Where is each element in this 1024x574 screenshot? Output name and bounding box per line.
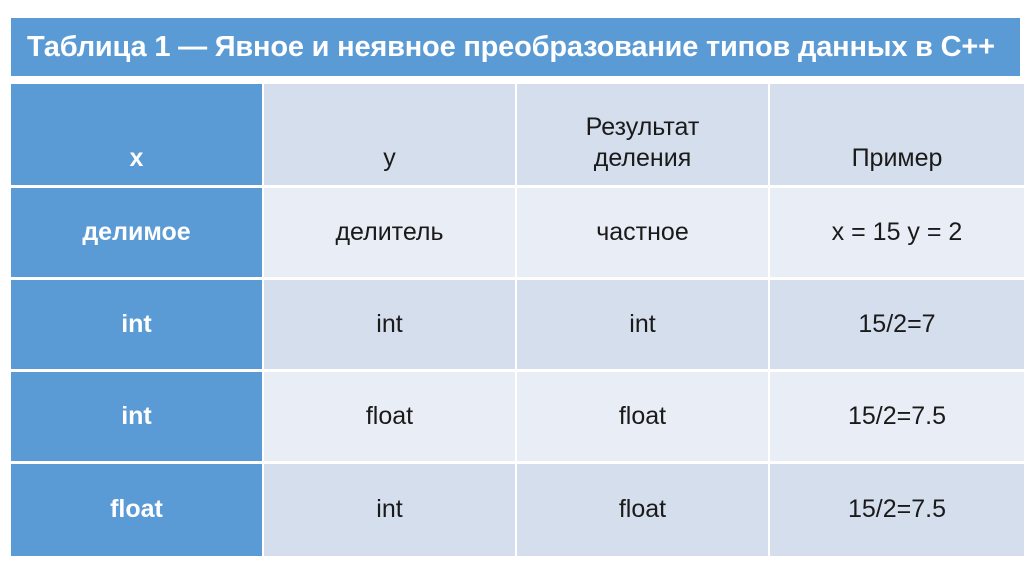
table-header-row: x y Результат деления Пример	[11, 84, 1024, 188]
column-header-x: x	[11, 84, 264, 188]
slide-canvas: Таблица 1 — Явное и неявное преобразован…	[0, 0, 1024, 574]
column-header-example: Пример	[770, 84, 1024, 188]
slide-title-banner: Таблица 1 — Явное и неявное преобразован…	[11, 18, 1020, 76]
cell-x: float	[11, 464, 264, 556]
table-row: int int int 15/2=7	[11, 280, 1024, 372]
cell-y: делитель	[264, 188, 517, 280]
table-row: делимое делитель частное x = 15 y = 2	[11, 188, 1024, 280]
table-row: float int float 15/2=7.5	[11, 464, 1024, 556]
cell-x: int	[11, 372, 264, 464]
cell-y: int	[264, 464, 517, 556]
column-header-example-line-1: Пример	[851, 143, 943, 172]
cell-division-result: float	[517, 372, 770, 464]
table-container: x y Результат деления Пример делимое дел…	[11, 84, 1024, 574]
table-header: x y Результат деления Пример	[11, 84, 1024, 188]
column-header-division-result: Результат деления	[517, 84, 770, 188]
table-body: делимое делитель частное x = 15 y = 2 in…	[11, 188, 1024, 556]
column-header-y-line-1: y	[383, 143, 396, 172]
type-conversion-table: x y Результат деления Пример делимое дел…	[11, 84, 1024, 556]
cell-example: 15/2=7.5	[770, 464, 1024, 556]
cell-division-result: float	[517, 464, 770, 556]
cell-y: float	[264, 372, 517, 464]
page-title: Таблица 1 — Явное и неявное преобразован…	[27, 30, 995, 63]
cell-example: 15/2=7	[770, 280, 1024, 372]
column-header-x-line-1: x	[129, 143, 144, 172]
column-header-y: y	[264, 84, 517, 188]
column-header-division-result-line-1: Результат	[585, 113, 700, 141]
cell-example: 15/2=7.5	[770, 372, 1024, 464]
cell-example: x = 15 y = 2	[770, 188, 1024, 280]
column-header-division-result-line-2: деления	[593, 143, 692, 172]
cell-y: int	[264, 280, 517, 372]
cell-x: делимое	[11, 188, 264, 280]
cell-division-result: частное	[517, 188, 770, 280]
cell-x: int	[11, 280, 264, 372]
table-row: int float float 15/2=7.5	[11, 372, 1024, 464]
cell-division-result: int	[517, 280, 770, 372]
